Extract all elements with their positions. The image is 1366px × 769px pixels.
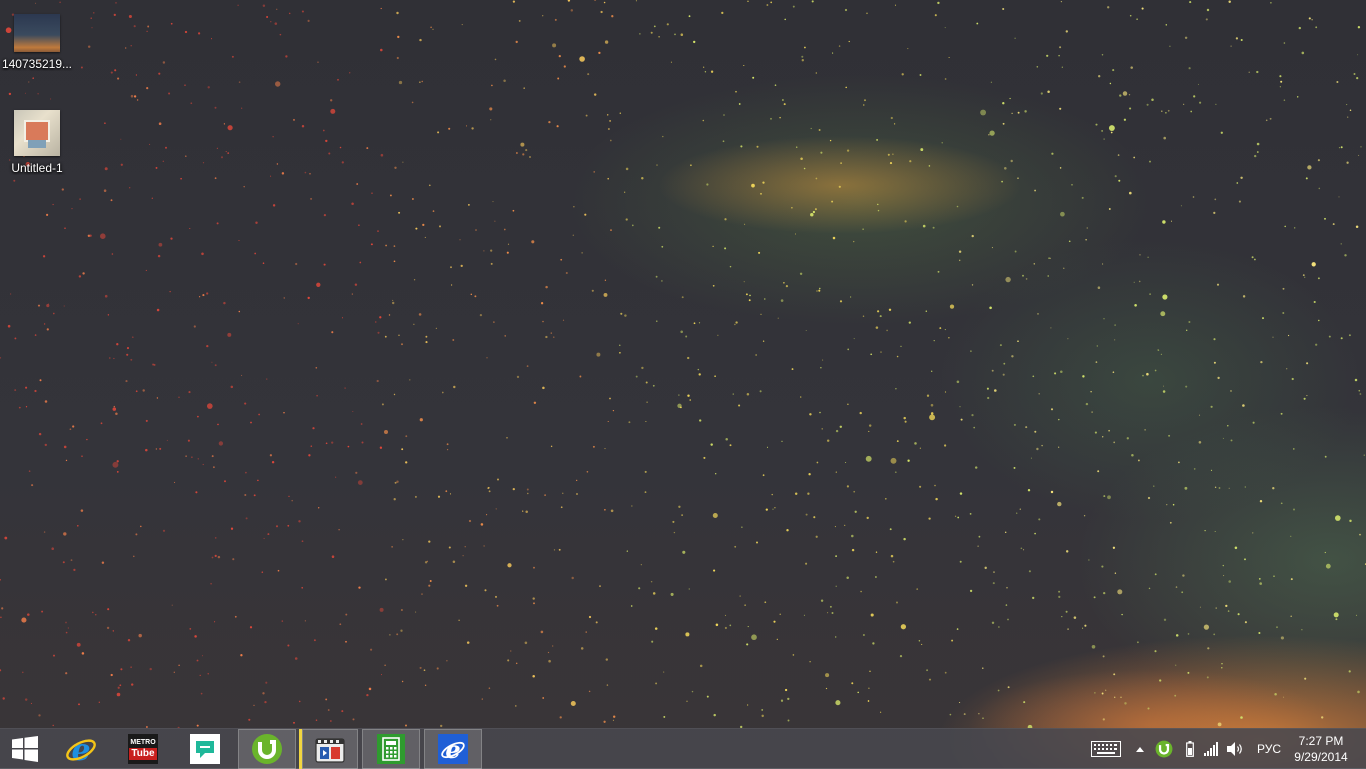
taskbar-app-calculator[interactable] (362, 729, 420, 769)
metrotube-top-text: METRO (130, 738, 156, 746)
taskbar: e METRO Tube e РУС 7:27 PM 9/29/2014 (0, 728, 1366, 769)
desktop-background: 140735219... Untitled-1 (0, 0, 1366, 768)
tray-network[interactable] (1202, 729, 1222, 769)
show-hidden-icons-button[interactable] (1132, 729, 1148, 769)
internet-explorer-icon: e (66, 733, 96, 765)
calculator-icon (377, 734, 405, 764)
taskbar-app-metrotube[interactable]: METRO Tube (116, 729, 170, 769)
taskbar-app-utorrent[interactable] (238, 729, 296, 769)
start-button[interactable] (0, 729, 50, 769)
metrotube-icon: METRO Tube (128, 734, 158, 764)
battery-icon (1186, 741, 1194, 757)
language-indicator[interactable]: РУС (1252, 729, 1286, 769)
touch-keyboard-button[interactable] (1090, 729, 1122, 769)
tray-battery[interactable] (1182, 729, 1198, 769)
clock-time: 7:27 PM (1298, 734, 1344, 748)
tray-utorrent[interactable] (1154, 729, 1174, 769)
desktop-icon-label: Untitled-1 (11, 161, 63, 175)
touch-keyboard-icon (1091, 741, 1121, 757)
taskbar-app-internet-explorer[interactable]: e (54, 729, 108, 769)
desktop-icon-photo[interactable]: 140735219... (0, 14, 74, 71)
windows-logo-icon (12, 736, 38, 762)
utorrent-icon (252, 734, 282, 764)
speaker-icon (1227, 742, 1242, 756)
metrotube-bottom-text: Tube (129, 747, 157, 760)
utorrent-icon (1155, 740, 1173, 758)
internet-explorer-icon: e (438, 734, 468, 764)
chevron-up-icon (1136, 747, 1144, 752)
image-thumbnail-icon (14, 110, 60, 156)
desktop-icon-label: 140735219... (1, 57, 73, 71)
chat-icon (190, 734, 220, 764)
tray-volume[interactable] (1226, 729, 1246, 769)
svg-text:e: e (445, 735, 460, 764)
media-player-icon (315, 738, 345, 763)
taskbar-app-media-player[interactable] (302, 729, 358, 769)
taskbar-app-internet-explorer-metro[interactable]: e (424, 729, 482, 769)
signal-bars-icon (1204, 742, 1218, 756)
starfield-wallpaper (0, 0, 1366, 728)
desktop-icon-untitled[interactable]: Untitled-1 (0, 110, 74, 175)
clock-date: 9/29/2014 (1294, 750, 1348, 764)
taskbar-app-messaging[interactable] (178, 729, 232, 769)
image-thumbnail-icon (14, 14, 60, 52)
clock[interactable]: 7:27 PM 9/29/2014 (1288, 733, 1354, 765)
